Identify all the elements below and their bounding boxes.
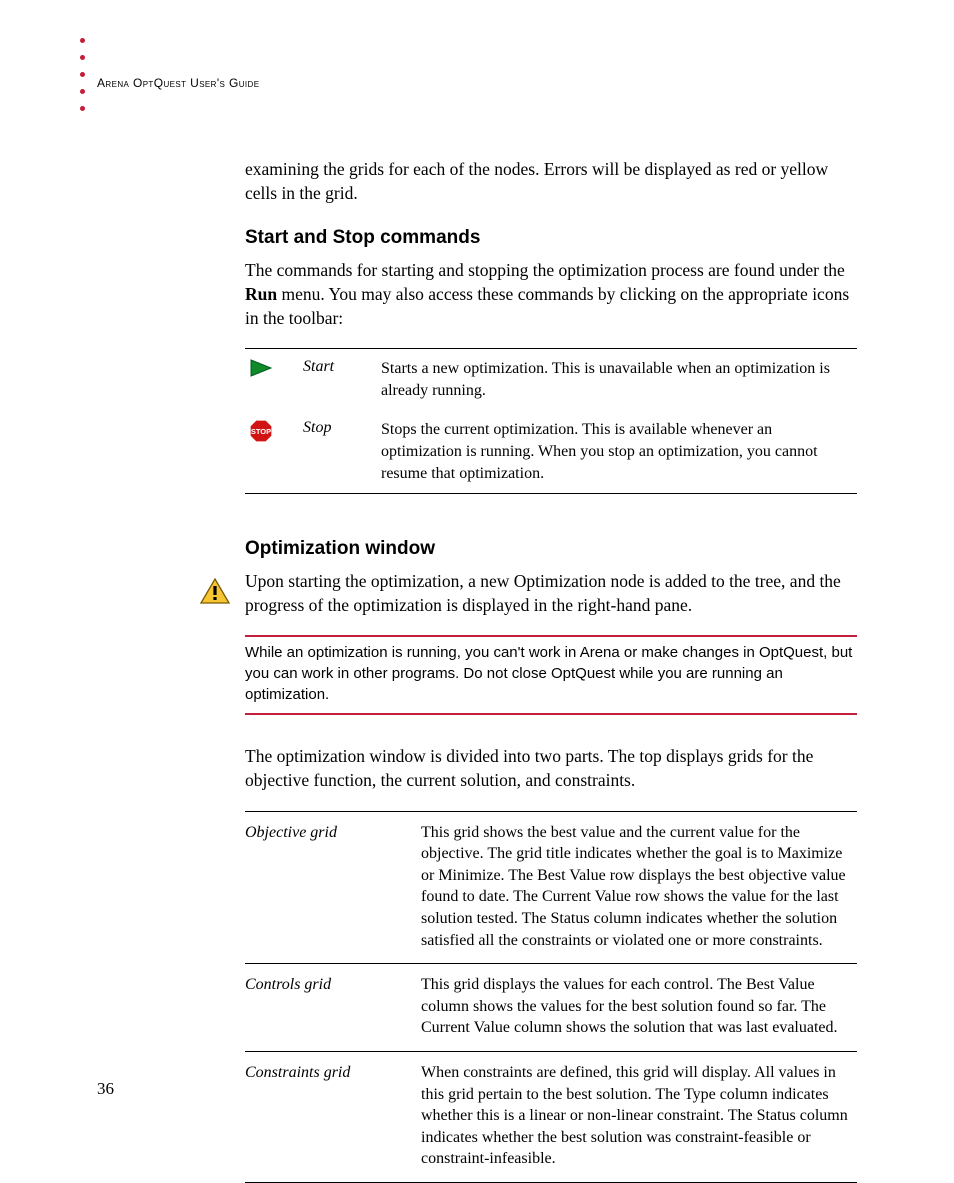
cell-icon: STOP: [245, 410, 303, 493]
running-head: Arena OptQuest User's Guide: [97, 76, 259, 90]
content-column: examining the grids for each of the node…: [245, 158, 857, 1183]
svg-text:STOP: STOP: [251, 427, 271, 436]
command-name: Stop: [303, 410, 381, 493]
bullet-dot: [80, 72, 85, 77]
grid-desc: This grid shows the best value and the c…: [421, 811, 857, 964]
grids-table: Objective grid This grid shows the best …: [245, 811, 857, 1183]
command-desc: Stops the current optimization. This is …: [381, 410, 857, 493]
bullet-dot: [80, 38, 85, 43]
optimization-window-para2: The optimization window is divided into …: [245, 745, 857, 792]
intro-paragraph: examining the grids for each of the node…: [245, 158, 857, 205]
section-heading-start-stop: Start and Stop commands: [245, 227, 857, 249]
bullet-dot: [80, 55, 85, 60]
table-row: Start Starts a new optimization. This is…: [245, 349, 857, 411]
optimization-window-para1: Upon starting the optimization, a new Op…: [245, 570, 857, 617]
margin-bullets: [80, 38, 85, 111]
warning-icon: [200, 578, 230, 610]
bullet-dot: [80, 89, 85, 94]
grid-desc: This grid displays the values for each c…: [421, 964, 857, 1052]
stop-icon: STOP: [249, 419, 297, 443]
commands-table: Start Starts a new optimization. This is…: [245, 348, 857, 494]
section-heading-optimization-window: Optimization window: [245, 538, 857, 560]
table-row: Controls grid This grid displays the val…: [245, 964, 857, 1052]
page: Arena OptQuest User's Guide examining th…: [0, 0, 954, 1163]
page-number: 36: [97, 1079, 114, 1099]
text-fragment: The commands for starting and stopping t…: [245, 260, 845, 280]
running-head-text: Arena OptQuest User's Guide: [97, 76, 259, 90]
warning-note-text: While an optimization is running, you ca…: [245, 643, 857, 705]
command-name: Start: [303, 349, 381, 411]
command-desc: Starts a new optimization. This is unava…: [381, 349, 857, 411]
table-row: Objective grid This grid shows the best …: [245, 811, 857, 964]
bullet-dot: [80, 106, 85, 111]
table-row: STOP Stop Stops the current optimization…: [245, 410, 857, 493]
cell-icon: [245, 349, 303, 411]
grid-name: Controls grid: [245, 964, 421, 1052]
text-fragment: menu. You may also access these commands…: [245, 284, 849, 328]
play-icon: [249, 358, 297, 378]
warning-note: While an optimization is running, you ca…: [245, 635, 857, 715]
run-menu-name: Run: [245, 284, 277, 304]
grid-name: Objective grid: [245, 811, 421, 964]
start-stop-paragraph: The commands for starting and stopping t…: [245, 259, 857, 330]
